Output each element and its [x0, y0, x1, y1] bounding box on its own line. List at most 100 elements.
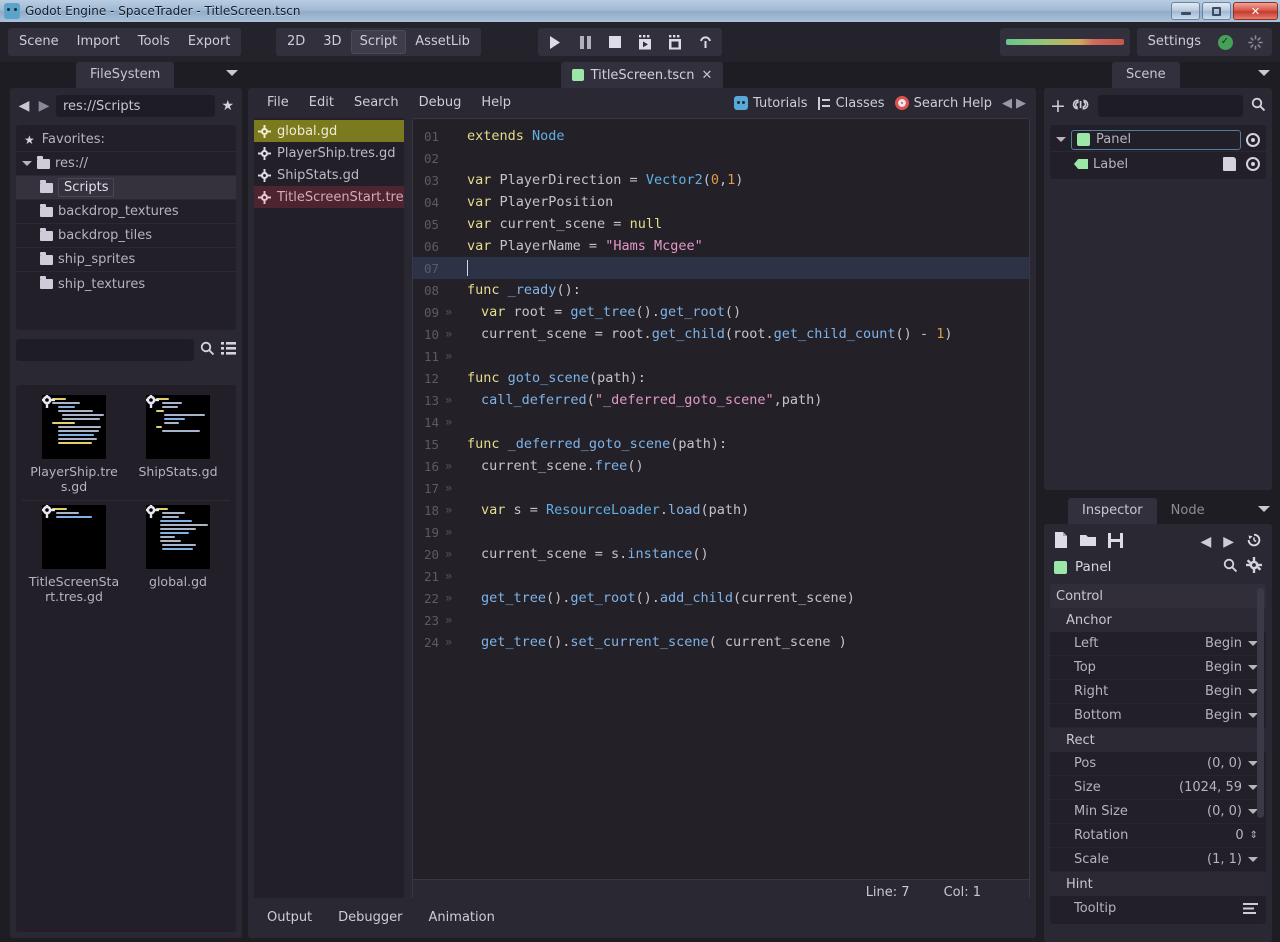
dock-menu-icon[interactable]	[1258, 506, 1270, 512]
favorite-star-icon[interactable]: ★	[219, 98, 236, 114]
history-prev-icon[interactable]: ◀	[1200, 534, 1211, 550]
tab-script[interactable]: Script	[350, 30, 407, 54]
fs-tree-res-root[interactable]: res://	[16, 152, 236, 176]
expand-caret-icon[interactable]	[22, 161, 32, 166]
fs-tree-item-backdrop-tiles[interactable]: backdrop_tiles	[16, 224, 236, 248]
gear-icon[interactable]	[1246, 557, 1262, 577]
code-lines[interactable]: 01 extends Node 02 03 var PlayerDirection = …	[413, 119, 1029, 653]
code-line[interactable]: 03 var PlayerDirection = Vector2(0,1)	[413, 169, 1029, 191]
code-line[interactable]: 20 » current_scene = s.instance()	[413, 543, 1029, 565]
restore-button[interactable]	[1202, 2, 1231, 20]
code-line[interactable]: 02	[413, 147, 1029, 169]
scene-node-label-child[interactable]: Label	[1050, 152, 1266, 176]
tab-scene[interactable]: Scene	[1112, 62, 1180, 88]
fs-tree-item-scripts[interactable]: Scripts	[16, 176, 236, 200]
inspector-property-list[interactable]: Control Anchor Left Begin Top Begin Righ…	[1050, 584, 1266, 924]
script-list-item-playership[interactable]: PlayerShip.tres.gd	[254, 142, 404, 164]
script-menu-search[interactable]: Search	[345, 92, 408, 114]
remote-debug-icon[interactable]	[690, 30, 720, 54]
close-icon[interactable]: ✕	[702, 68, 713, 83]
code-line[interactable]: 12 func goto_scene(path):	[413, 367, 1029, 389]
code-line[interactable]: 09 » var root = get_tree().get_root()	[413, 301, 1029, 323]
dock-menu-icon[interactable]	[226, 70, 238, 76]
code-line[interactable]: 13 » call_deferred("_deferred_goto_scene",…	[413, 389, 1029, 411]
code-line[interactable]: 10 » current_scene = root.get_child(root.g…	[413, 323, 1029, 345]
file-item[interactable]: PlayerShip.tres.gd	[22, 391, 126, 500]
code-line[interactable]: 06 var PlayerName = "Hams Mcgee"	[413, 235, 1029, 257]
property-scrollbar[interactable]	[1257, 588, 1264, 818]
expand-caret-icon[interactable]	[1056, 137, 1066, 142]
visibility-eye-icon[interactable]	[1246, 157, 1260, 171]
script-menu-edit[interactable]: Edit	[300, 92, 343, 114]
history-next-icon[interactable]: ▶	[1223, 534, 1234, 550]
stop-icon[interactable]	[600, 30, 630, 54]
property-row-right[interactable]: Right Begin	[1050, 680, 1266, 704]
code-line[interactable]: 22 » get_tree().get_root().add_child(curre…	[413, 587, 1029, 609]
file-item[interactable]: global.gd	[126, 501, 230, 610]
scene-filter-input[interactable]	[1097, 95, 1243, 117]
code-line[interactable]: 18 » var s = ResourceLoader.load(path)	[413, 499, 1029, 521]
minimize-button[interactable]	[1171, 2, 1200, 20]
settings-button[interactable]: Settings	[1139, 30, 1210, 54]
code-line[interactable]: 17 »	[413, 477, 1029, 499]
property-row-top[interactable]: Top Begin	[1050, 656, 1266, 680]
code-line[interactable]: 15 func _deferred_goto_scene(path):	[413, 433, 1029, 455]
close-button[interactable]: ✕	[1233, 2, 1278, 20]
code-line[interactable]: 19 »	[413, 521, 1029, 543]
fs-tree-item-ship-textures[interactable]: ship_textures	[16, 272, 236, 296]
script-list-item-titlescreenstart[interactable]: TitleScreenStart.tre	[254, 186, 404, 208]
property-row-left[interactable]: Left Begin	[1050, 632, 1266, 656]
code-line[interactable]: 01 extends Node	[413, 125, 1029, 147]
code-line[interactable]: 23 »	[413, 609, 1029, 631]
property-row-size[interactable]: Size (1024, 59	[1050, 776, 1266, 800]
property-row-tooltip[interactable]: Tooltip	[1050, 896, 1266, 920]
new-resource-icon[interactable]	[1054, 532, 1068, 552]
menu-import[interactable]: Import	[68, 30, 129, 54]
chevron-down-icon[interactable]	[1248, 857, 1258, 862]
instance-scene-icon[interactable]	[1069, 93, 1094, 118]
property-row-pos[interactable]: Pos (0, 0)	[1050, 752, 1266, 776]
open-resource-icon[interactable]	[1080, 533, 1096, 551]
fs-tree-favorites[interactable]: ★ Favorites:	[16, 128, 236, 152]
property-row-rotation[interactable]: Rotation 0 ⇕	[1050, 824, 1266, 848]
spinner-arrows-icon[interactable]: ⇕	[1250, 830, 1258, 841]
script-menu-help[interactable]: Help	[472, 92, 520, 114]
text-lines-icon[interactable]	[1243, 902, 1258, 914]
bottom-tab-debugger[interactable]: Debugger	[327, 906, 413, 930]
menu-scene[interactable]: Scene	[10, 30, 68, 54]
bottom-tab-output[interactable]: Output	[256, 906, 323, 930]
code-line[interactable]: 07	[413, 257, 1029, 279]
history-icon[interactable]	[1246, 532, 1262, 552]
code-editor[interactable]: 01 extends Node 02 03 var PlayerDirection = …	[412, 118, 1030, 906]
fs-tree-item-ship-sprites[interactable]: ship_sprites	[16, 248, 236, 272]
search-icon[interactable]	[200, 341, 215, 360]
code-line[interactable]: 16 » current_scene.free()	[413, 455, 1029, 477]
tab-inspector[interactable]: Inspector	[1068, 498, 1157, 524]
script-menu-file[interactable]: File	[258, 92, 298, 114]
property-row-bottom[interactable]: Bottom Begin	[1050, 704, 1266, 728]
code-line[interactable]: 08 func _ready():	[413, 279, 1029, 301]
list-view-icon[interactable]	[221, 341, 236, 359]
history-next-icon[interactable]: ▶	[1016, 96, 1026, 111]
tab-2d[interactable]: 2D	[278, 30, 314, 54]
code-line[interactable]: 11 »	[413, 345, 1029, 367]
property-row-scale[interactable]: Scale (1, 1)	[1050, 848, 1266, 872]
tab-assetlib[interactable]: AssetLib	[406, 30, 479, 54]
script-menu-debug[interactable]: Debug	[410, 92, 471, 114]
file-item[interactable]: ShipStats.gd	[126, 391, 230, 500]
property-search-icon[interactable]	[1223, 558, 1238, 577]
classes-button[interactable]: Classes	[817, 96, 885, 111]
script-list-item-global[interactable]: global.gd	[254, 120, 404, 142]
property-row-min-size[interactable]: Min Size (0, 0)	[1050, 800, 1266, 824]
scene-node-panel[interactable]: Panel	[1050, 128, 1266, 152]
scene-tab-titlescreen[interactable]: TitleScreen.tscn ✕	[560, 62, 724, 88]
visibility-eye-icon[interactable]	[1246, 132, 1260, 147]
code-line[interactable]: 24 » get_tree().set_current_scene( current…	[413, 631, 1029, 653]
tab-filesystem[interactable]: FileSystem	[76, 62, 175, 88]
search-help-button[interactable]: Search Help	[894, 96, 992, 111]
code-line[interactable]: 05 var current_scene = null	[413, 213, 1029, 235]
add-node-icon[interactable]: +	[1050, 96, 1066, 116]
play-custom-scene-icon[interactable]	[660, 30, 690, 54]
save-resource-icon[interactable]	[1108, 532, 1123, 552]
play-icon[interactable]	[540, 30, 570, 54]
